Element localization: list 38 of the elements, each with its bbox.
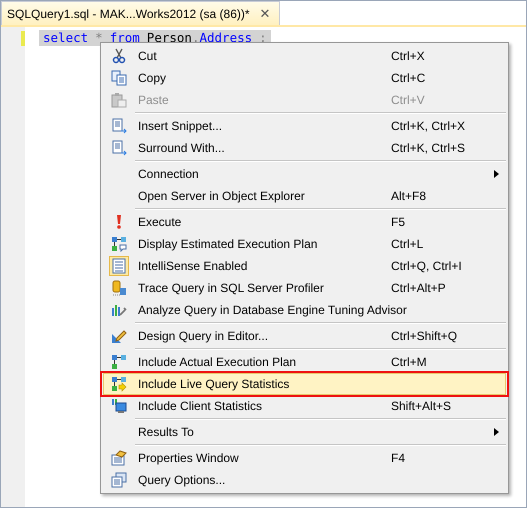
menu-item[interactable]: Properties Window F4 [103, 447, 506, 469]
copy-icon [111, 70, 127, 86]
plan-icon [111, 236, 127, 252]
database-icon [111, 280, 127, 296]
menu-item[interactable]: Execute F5 [103, 211, 506, 233]
menu-item[interactable]: Design Query in Editor... Ctrl+Shift+Q [103, 325, 506, 347]
document-tab[interactable]: SQLQuery1.sql - MAK...Works2012 (sa (86))* ✕ [1, 1, 280, 25]
menu-item[interactable]: Include Live Query Statistics [103, 373, 506, 395]
submenu-arrow-icon [494, 170, 498, 178]
pencil-ruler-icon [111, 328, 127, 344]
close-button[interactable]: ✕ [260, 6, 271, 21]
menu-item[interactable]: Analyze Query in Database Engine Tuning Advisor [103, 299, 506, 321]
window-list-icon [111, 472, 127, 488]
document-arrow-icon [111, 140, 127, 156]
menu-item[interactable]: Trace Query in SQL Server Profiler Ctrl+Alt+P [103, 277, 506, 299]
properties-icon [111, 450, 127, 466]
list-icon [111, 258, 127, 274]
plan-arrow-icon [111, 376, 127, 392]
chart-wrench-icon [111, 302, 127, 318]
menu-item[interactable]: IntelliSense Enabled Ctrl+Q, Ctrl+I [103, 255, 506, 277]
menu-item[interactable]: Include Actual Execution Plan Ctrl+M [103, 351, 506, 373]
menu-item[interactable]: Query Options... [103, 469, 506, 491]
submenu-arrow-icon [494, 428, 498, 436]
menu-item[interactable]: Results To [103, 421, 506, 443]
menu-item[interactable]: Open Server in Object Explorer Alt+F8 [103, 185, 506, 207]
scissors-icon [111, 48, 127, 64]
menu-item[interactable]: Surround With... Ctrl+K, Ctrl+S [103, 137, 506, 159]
change-marker [21, 31, 25, 46]
menu-item[interactable]: Insert Snippet... Ctrl+K, Ctrl+X [103, 115, 506, 137]
menu-item[interactable]: Copy Ctrl+C [103, 67, 506, 89]
menu-item[interactable]: Include Client Statistics Shift+Alt+S [103, 395, 506, 417]
menu-item[interactable]: Cut Ctrl+X [103, 45, 506, 67]
menu-item[interactable]: Display Estimated Execution Plan Ctrl+L [103, 233, 506, 255]
monitor-chart-icon [111, 398, 127, 414]
paste-icon [111, 92, 127, 108]
plan-icon [111, 354, 127, 370]
menu-item[interactable]: Connection [103, 163, 506, 185]
document-arrow-icon [111, 118, 127, 134]
